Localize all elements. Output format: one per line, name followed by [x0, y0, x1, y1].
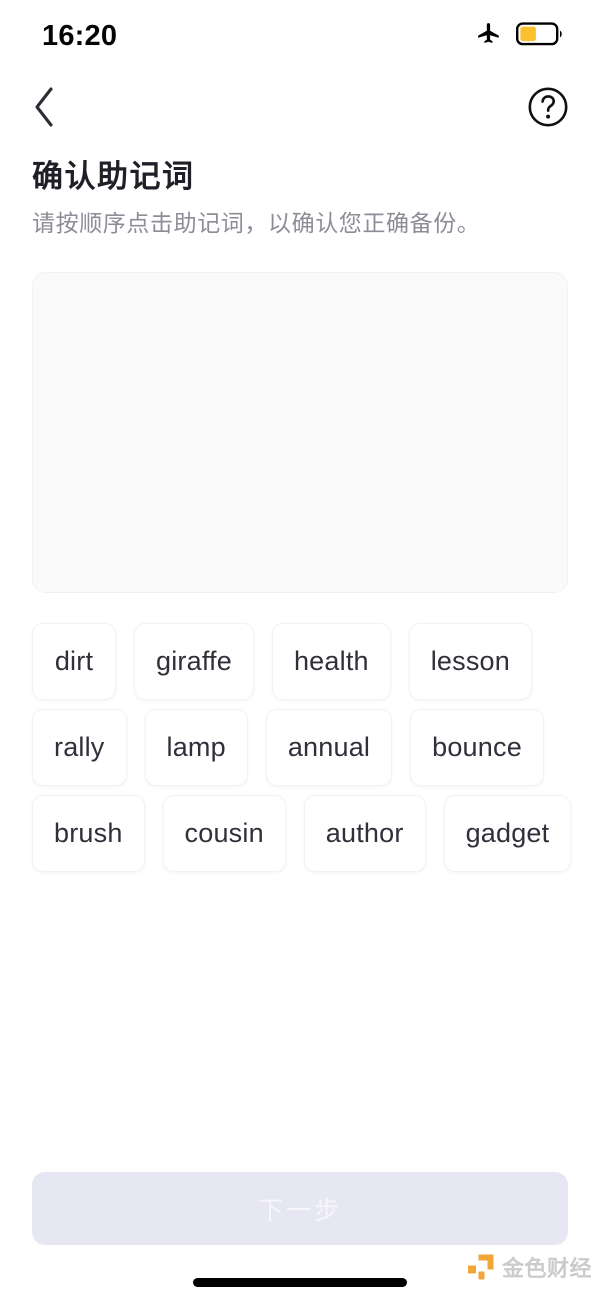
nav-bar [0, 72, 600, 142]
word-chip[interactable]: health [271, 623, 391, 700]
page-subtitle: 请按顺序点击助记词，以确认您正确备份。 [32, 209, 481, 236]
word-chip[interactable]: annual [265, 709, 393, 786]
question-mark-circle-icon [528, 87, 568, 127]
airplane-mode-icon [476, 21, 502, 52]
selected-words-card[interactable] [32, 272, 568, 593]
word-chip[interactable]: author [303, 795, 426, 872]
word-chip[interactable]: dirt [32, 623, 116, 700]
heading-block: 确认助记词 请按顺序点击助记词，以确认您正确备份。 [32, 158, 572, 239]
word-chip[interactable]: lesson [408, 623, 532, 700]
word-chip[interactable]: bounce [410, 709, 544, 786]
word-chip[interactable]: rally [32, 709, 127, 786]
home-indicator [193, 1278, 407, 1287]
status-bar-indicators [476, 21, 566, 52]
chevron-left-icon [35, 87, 53, 127]
next-button[interactable]: 下一步 [32, 1172, 568, 1245]
word-bank: dirt giraffe health lesson rally lamp annual bo… [32, 623, 572, 872]
watermark: 金色财经 [467, 1251, 592, 1283]
word-chip[interactable]: giraffe [134, 623, 254, 700]
word-chip[interactable]: brush [32, 795, 145, 872]
jinse-logo-icon [467, 1254, 494, 1280]
word-chip[interactable]: gadget [443, 795, 572, 872]
selected-words-list [33, 273, 567, 309]
watermark-text: 金色财经 [501, 1256, 592, 1281]
page-title: 确认助记词 [32, 159, 195, 194]
battery-low-power-icon [516, 21, 566, 52]
word-chip[interactable]: cousin [162, 795, 286, 872]
phone-screen: 16:20 确认助记词 请按顺序点击助记词，以确认您正确备份。 dirt gir… [0, 0, 600, 1299]
help-button[interactable] [526, 85, 570, 129]
status-bar-time: 16:20 [42, 19, 118, 52]
word-chip[interactable]: lamp [144, 709, 248, 786]
back-button[interactable] [18, 81, 70, 133]
status-bar: 16:20 [0, 0, 600, 72]
